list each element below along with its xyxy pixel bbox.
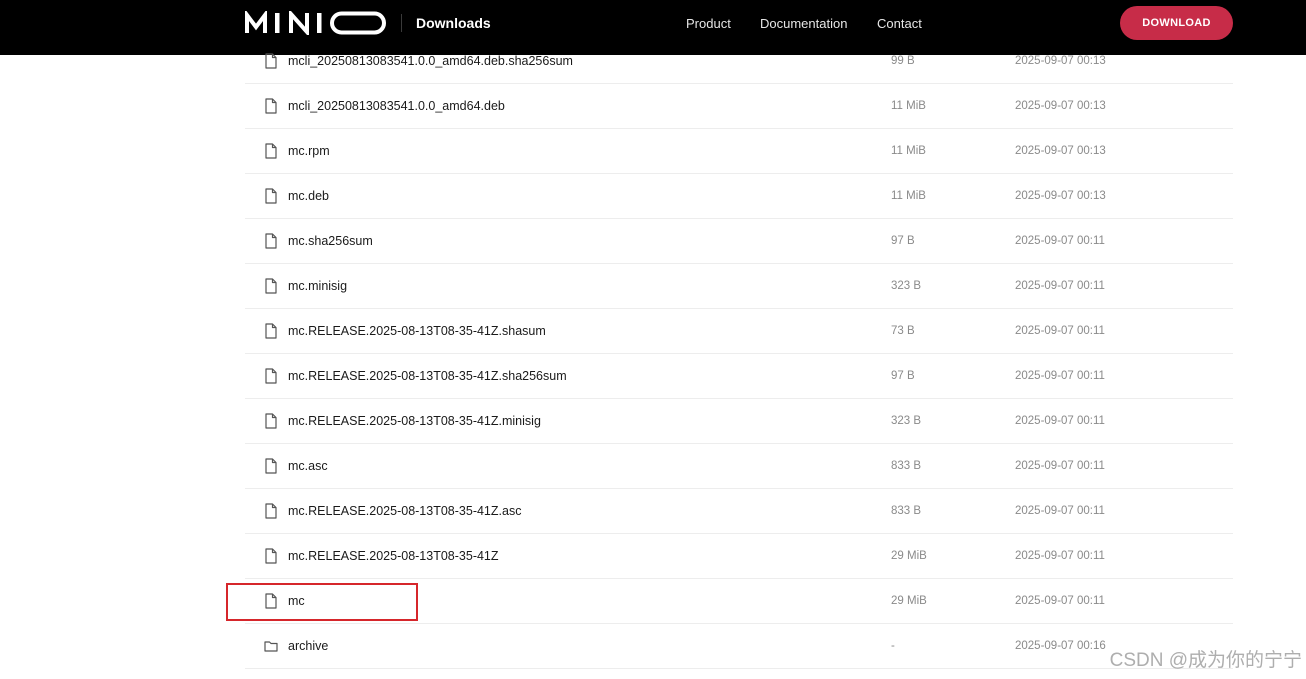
file-name-link[interactable]: mc.deb	[288, 188, 329, 204]
file-date: 2025-09-07 00:13	[1015, 190, 1106, 202]
file-name-link[interactable]: mc.RELEASE.2025-08-13T08-35-41Z.shasum	[288, 323, 546, 339]
file-name-link[interactable]: mcli_20250813083541.0.0_amd64.deb.sha256…	[288, 53, 573, 69]
file-list: mcli_20250813083541.0.0_amd64.deb.sha256…	[245, 39, 1233, 669]
file-row[interactable]: mc.RELEASE.2025-08-13T08-35-41Z.shasum 7…	[245, 309, 1233, 354]
file-row[interactable]: mc.minisig 323 B 2025-09-07 00:11	[245, 264, 1233, 309]
file-row[interactable]: mc.RELEASE.2025-08-13T08-35-41Z.asc 833 …	[245, 489, 1233, 534]
file-name-link[interactable]: mc.sha256sum	[288, 233, 373, 249]
file-name-link[interactable]: mc.RELEASE.2025-08-13T08-35-41Z.minisig	[288, 413, 541, 429]
file-date: 2025-09-07 00:11	[1015, 370, 1105, 382]
file-date: 2025-09-07 00:11	[1015, 460, 1105, 472]
file-date: 2025-09-07 00:11	[1015, 550, 1105, 562]
file-size: 11 MiB	[891, 100, 926, 112]
file-row[interactable]: mc.asc 833 B 2025-09-07 00:11	[245, 444, 1233, 489]
file-row[interactable]: mc.rpm 11 MiB 2025-09-07 00:13	[245, 129, 1233, 174]
file-date: 2025-09-07 00:11	[1015, 595, 1105, 607]
header-divider	[401, 14, 402, 32]
file-icon	[265, 143, 277, 159]
file-size: 323 B	[891, 415, 922, 427]
file-row[interactable]: mc.RELEASE.2025-08-13T08-35-41Z.minisig …	[245, 399, 1233, 444]
file-date: 2025-09-07 00:13	[1015, 145, 1106, 157]
file-size: 29 MiB	[891, 550, 927, 562]
file-date: 2025-09-07 00:13	[1015, 100, 1106, 112]
file-row[interactable]: mc.RELEASE.2025-08-13T08-35-41Z 29 MiB 2…	[245, 534, 1233, 579]
file-row[interactable]: mc.RELEASE.2025-08-13T08-35-41Z.sha256su…	[245, 354, 1233, 399]
file-size: 97 B	[891, 235, 915, 247]
file-date: 2025-09-07 00:11	[1015, 235, 1105, 247]
download-button[interactable]: DOWNLOAD	[1120, 6, 1233, 40]
file-name-link[interactable]: mcli_20250813083541.0.0_amd64.deb	[288, 98, 505, 114]
file-size: 11 MiB	[891, 145, 926, 157]
file-size: 11 MiB	[891, 190, 926, 202]
nav-product[interactable]: Product	[686, 15, 731, 33]
file-name-link[interactable]: mc.RELEASE.2025-08-13T08-35-41Z.sha256su…	[288, 368, 567, 384]
file-row[interactable]: mc.sha256sum 97 B 2025-09-07 00:11	[245, 219, 1233, 264]
file-icon	[265, 323, 277, 339]
file-size: 29 MiB	[891, 595, 927, 607]
minio-logo[interactable]	[245, 11, 387, 35]
highlight-box	[226, 583, 418, 621]
file-row[interactable]: mc.deb 11 MiB 2025-09-07 00:13	[245, 174, 1233, 219]
file-icon	[265, 233, 277, 249]
file-size: 99 B	[891, 55, 915, 67]
file-icon	[265, 278, 277, 294]
file-date: 2025-09-07 00:11	[1015, 505, 1105, 517]
file-icon	[265, 53, 277, 69]
folder-name-link[interactable]: archive	[288, 638, 328, 654]
file-name-link[interactable]: mc.rpm	[288, 143, 330, 159]
file-icon	[265, 188, 277, 204]
file-icon	[265, 548, 277, 564]
file-name-link[interactable]: mc.RELEASE.2025-08-13T08-35-41Z.asc	[288, 503, 521, 519]
file-size: 73 B	[891, 325, 915, 337]
file-size: 833 B	[891, 505, 922, 517]
file-size: 97 B	[891, 370, 915, 382]
file-row[interactable]: mcli_20250813083541.0.0_amd64.deb.sha256…	[245, 39, 1233, 84]
file-icon	[265, 458, 277, 474]
file-size: 833 B	[891, 460, 922, 472]
file-icon	[265, 413, 277, 429]
file-date: 2025-09-07 00:13	[1015, 55, 1106, 67]
file-icon	[265, 98, 277, 114]
file-row[interactable]: mcli_20250813083541.0.0_amd64.deb 11 MiB…	[245, 84, 1233, 129]
folder-icon	[264, 641, 278, 652]
file-name-link[interactable]: mc.minisig	[288, 278, 347, 294]
file-date: 2025-09-07 00:11	[1015, 325, 1105, 337]
file-date: 2025-09-07 00:11	[1015, 280, 1105, 292]
file-name-link[interactable]: mc.RELEASE.2025-08-13T08-35-41Z	[288, 548, 499, 564]
folder-size: -	[891, 640, 895, 652]
file-icon	[265, 368, 277, 384]
file-date: 2025-09-07 00:11	[1015, 415, 1105, 427]
downloads-title[interactable]: Downloads	[416, 14, 491, 32]
file-name-link[interactable]: mc.asc	[288, 458, 328, 474]
watermark: CSDN @成为你的宁宁	[1109, 650, 1302, 671]
file-icon	[265, 503, 277, 519]
file-size: 323 B	[891, 280, 922, 292]
folder-row[interactable]: archive - 2025-09-07 00:16	[245, 624, 1233, 669]
folder-date: 2025-09-07 00:16	[1015, 640, 1106, 652]
nav-documentation[interactable]: Documentation	[760, 15, 847, 33]
nav-contact[interactable]: Contact	[877, 15, 922, 33]
